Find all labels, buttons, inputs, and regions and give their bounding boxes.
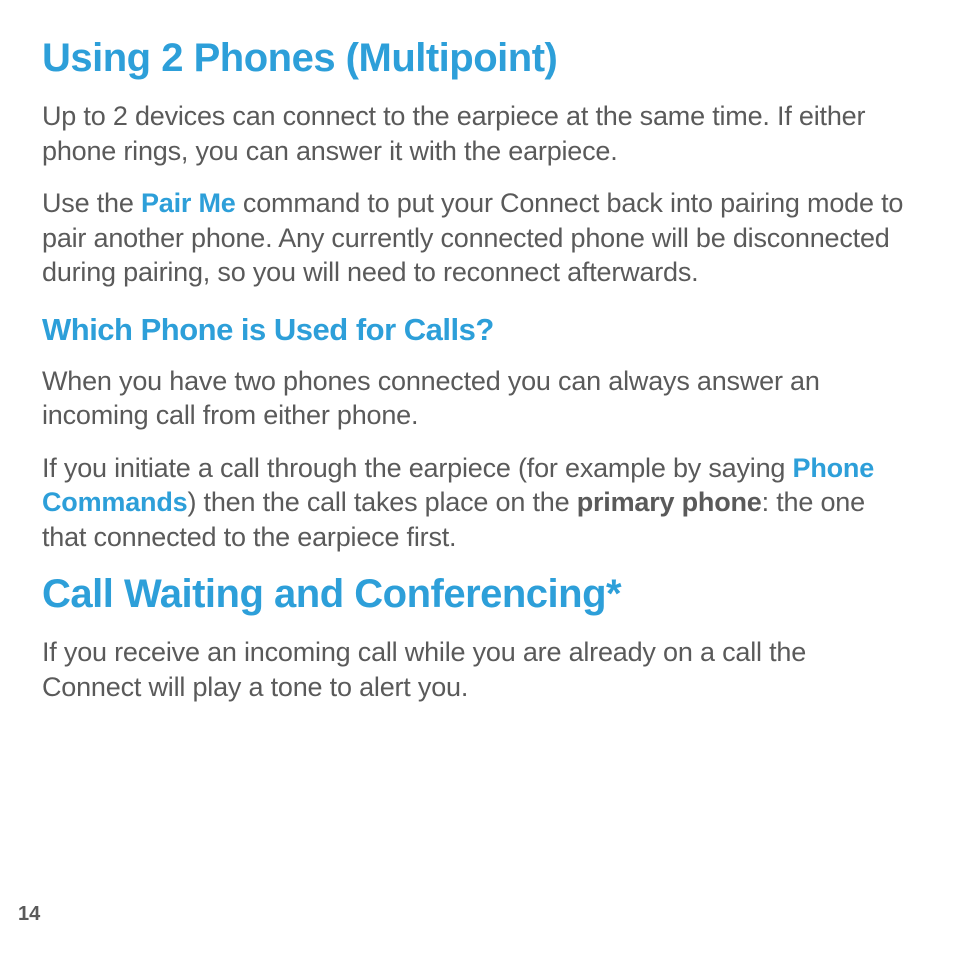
paragraph: If you receive an incoming call while yo… <box>42 635 912 704</box>
text-span: ) then the call takes place on the <box>187 487 576 517</box>
paragraph: When you have two phones connected you c… <box>42 364 912 433</box>
command-pair-me: Pair Me <box>141 188 236 218</box>
text-span: Use the <box>42 188 141 218</box>
subheading-which-phone: Which Phone is Used for Calls? <box>42 312 912 348</box>
paragraph: Up to 2 devices can connect to the earpi… <box>42 99 912 168</box>
paragraph: If you initiate a call through the earpi… <box>42 451 912 555</box>
text-span: If you initiate a call through the earpi… <box>42 453 793 483</box>
heading-call-waiting: Call Waiting and Conferencing* <box>42 572 912 617</box>
emphasis-primary-phone: primary phone <box>577 487 762 517</box>
page-number: 14 <box>18 903 40 926</box>
paragraph: Use the Pair Me command to put your Conn… <box>42 186 912 290</box>
document-page: Using 2 Phones (Multipoint) Up to 2 devi… <box>0 0 954 705</box>
heading-multipoint: Using 2 Phones (Multipoint) <box>42 36 912 81</box>
